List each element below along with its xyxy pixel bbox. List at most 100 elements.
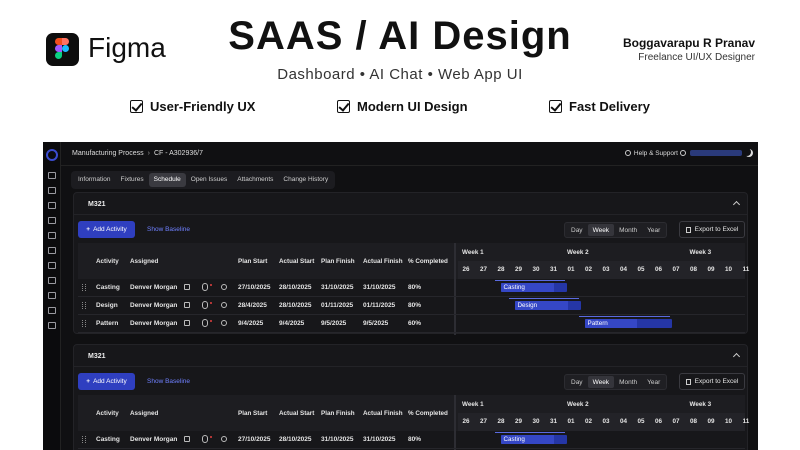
export-excel-button[interactable]: Export to Excel (679, 221, 745, 238)
schedule-panel: M321 + Add Activity Show Baseline Day Week Mon… (73, 192, 749, 335)
add-activity-button[interactable]: + Add Activity (78, 221, 135, 238)
link-icon[interactable] (184, 320, 190, 326)
week-header: Week 3 (689, 401, 712, 408)
col-activity-header[interactable]: Activity (96, 410, 119, 417)
attachment-icon[interactable] (202, 283, 208, 291)
col-completed-header[interactable]: % Completed (408, 258, 448, 265)
tab-attachments[interactable]: Attachments (232, 173, 278, 187)
col-actual-start-header[interactable]: Actual Start (279, 258, 314, 265)
show-baseline-link[interactable]: Show Baseline (147, 226, 190, 233)
settings-icon[interactable] (680, 150, 686, 156)
table-row[interactable]: Design Denver Morgan 28/4/2025 28/10/2025 01… (78, 297, 745, 315)
col-actual-start-header[interactable]: Actual Start (279, 410, 314, 417)
day-header: 04 (619, 418, 627, 425)
col-plan-finish-header[interactable]: Plan Finish (321, 410, 355, 417)
day-header: 07 (672, 266, 680, 273)
table-row[interactable]: Pattern Denver Morgan 9/4/2025 9/4/2025 9/5/… (78, 315, 745, 333)
table-row[interactable]: Casting Denver Morgan 27/10/2025 28/10/2025… (78, 431, 745, 449)
plan-start-cell: 27/10/2025 (238, 284, 271, 291)
upload-icon[interactable] (48, 307, 56, 314)
chart-icon[interactable] (48, 187, 56, 194)
drag-handle-icon[interactable] (82, 436, 86, 443)
day-header: 28 (497, 418, 505, 425)
layers-icon[interactable] (48, 277, 56, 284)
target-icon[interactable] (48, 217, 56, 224)
day-header: 29 (514, 266, 522, 273)
day-header: 06 (654, 266, 662, 273)
col-plan-start-header[interactable]: Plan Start (238, 258, 267, 265)
col-plan-start-header[interactable]: Plan Start (238, 410, 267, 417)
col-completed-header[interactable]: % Completed (408, 410, 448, 417)
col-assigned-header[interactable]: Assigned (130, 410, 158, 417)
completed-cell: 80% (408, 284, 422, 291)
show-baseline-link[interactable]: Show Baseline (147, 378, 190, 385)
col-actual-finish-header[interactable]: Actual Finish (363, 410, 403, 417)
schedule-panel: M321 + Add Activity Show Baseline Day Week Mon… (73, 344, 749, 450)
day-header: 02 (584, 266, 592, 273)
info-icon[interactable] (221, 436, 227, 442)
trend-icon[interactable] (48, 262, 56, 269)
view-month[interactable]: Month (614, 224, 642, 236)
tab-fixtures[interactable]: Fixtures (116, 173, 149, 187)
feature-item: Modern UI Design (337, 99, 468, 114)
help-support-link[interactable]: Help & Support (624, 150, 678, 157)
info-icon[interactable] (221, 302, 227, 308)
actual-start-cell: 28/10/2025 (279, 436, 312, 443)
dashboard-icon[interactable] (48, 172, 56, 179)
tab-change-history[interactable]: Change History (278, 173, 333, 187)
col-actual-finish-header[interactable]: Actual Finish (363, 258, 403, 265)
table-row[interactable]: Casting Denver Morgan 27/10/2025 28/10/2025… (78, 279, 745, 297)
tab-information[interactable]: Information (73, 173, 116, 187)
day-header: 30 (532, 418, 540, 425)
chevron-up-icon[interactable] (732, 352, 741, 361)
view-month[interactable]: Month (614, 376, 642, 388)
view-day[interactable]: Day (566, 224, 588, 236)
view-week[interactable]: Week (587, 224, 615, 236)
breadcrumb-item[interactable]: Manufacturing Process (72, 150, 144, 157)
view-day[interactable]: Day (566, 376, 588, 388)
theme-toggle-moon-icon[interactable] (745, 149, 753, 157)
gantt-bar[interactable]: Design (514, 301, 581, 310)
gantt-bar[interactable]: Casting (500, 435, 567, 444)
link-icon[interactable] (184, 436, 190, 442)
tab-open-issues[interactable]: Open Issues (186, 173, 233, 187)
link-icon[interactable] (184, 302, 190, 308)
refresh-icon[interactable] (48, 322, 56, 329)
app-logo-icon (46, 149, 58, 161)
col-assigned-header[interactable]: Assigned (130, 258, 158, 265)
col-plan-finish-header[interactable]: Plan Finish (321, 258, 355, 265)
info-icon[interactable] (221, 284, 227, 290)
side-rail (43, 142, 61, 450)
panel-title: M321 (88, 201, 106, 208)
shield-icon[interactable] (48, 292, 56, 299)
banner-subtitle: Dashboard • AI Chat • Web App UI (277, 66, 523, 83)
add-activity-button[interactable]: + Add Activity (78, 373, 135, 390)
gantt-bar[interactable]: Casting (500, 283, 567, 292)
swap-icon[interactable] (48, 232, 56, 239)
user-menu[interactable] (690, 150, 742, 156)
help-label: Help & Support (633, 150, 678, 157)
view-year[interactable]: Year (642, 376, 665, 388)
grid-icon[interactable] (48, 202, 56, 209)
day-header: 04 (619, 266, 627, 273)
link-icon[interactable] (184, 284, 190, 290)
day-header: 27 (479, 266, 487, 273)
gantt-bar[interactable]: Pattern (584, 319, 672, 328)
col-activity-header[interactable]: Activity (96, 258, 119, 265)
chevron-right-icon: › (147, 150, 150, 157)
export-excel-button[interactable]: Export to Excel (679, 373, 745, 390)
settings-icon[interactable] (48, 247, 56, 254)
attachment-icon[interactable] (202, 435, 208, 443)
view-week[interactable]: Week (587, 376, 615, 388)
drag-handle-icon[interactable] (82, 302, 86, 309)
tab-schedule[interactable]: Schedule (148, 173, 186, 187)
info-icon[interactable] (221, 320, 227, 326)
day-header: 09 (707, 266, 715, 273)
view-year[interactable]: Year (642, 224, 665, 236)
attachment-icon[interactable] (202, 301, 208, 309)
completed-cell: 80% (408, 436, 422, 443)
chevron-up-icon[interactable] (732, 200, 741, 209)
drag-handle-icon[interactable] (82, 320, 86, 327)
drag-handle-icon[interactable] (82, 284, 86, 291)
attachment-icon[interactable] (202, 319, 208, 327)
